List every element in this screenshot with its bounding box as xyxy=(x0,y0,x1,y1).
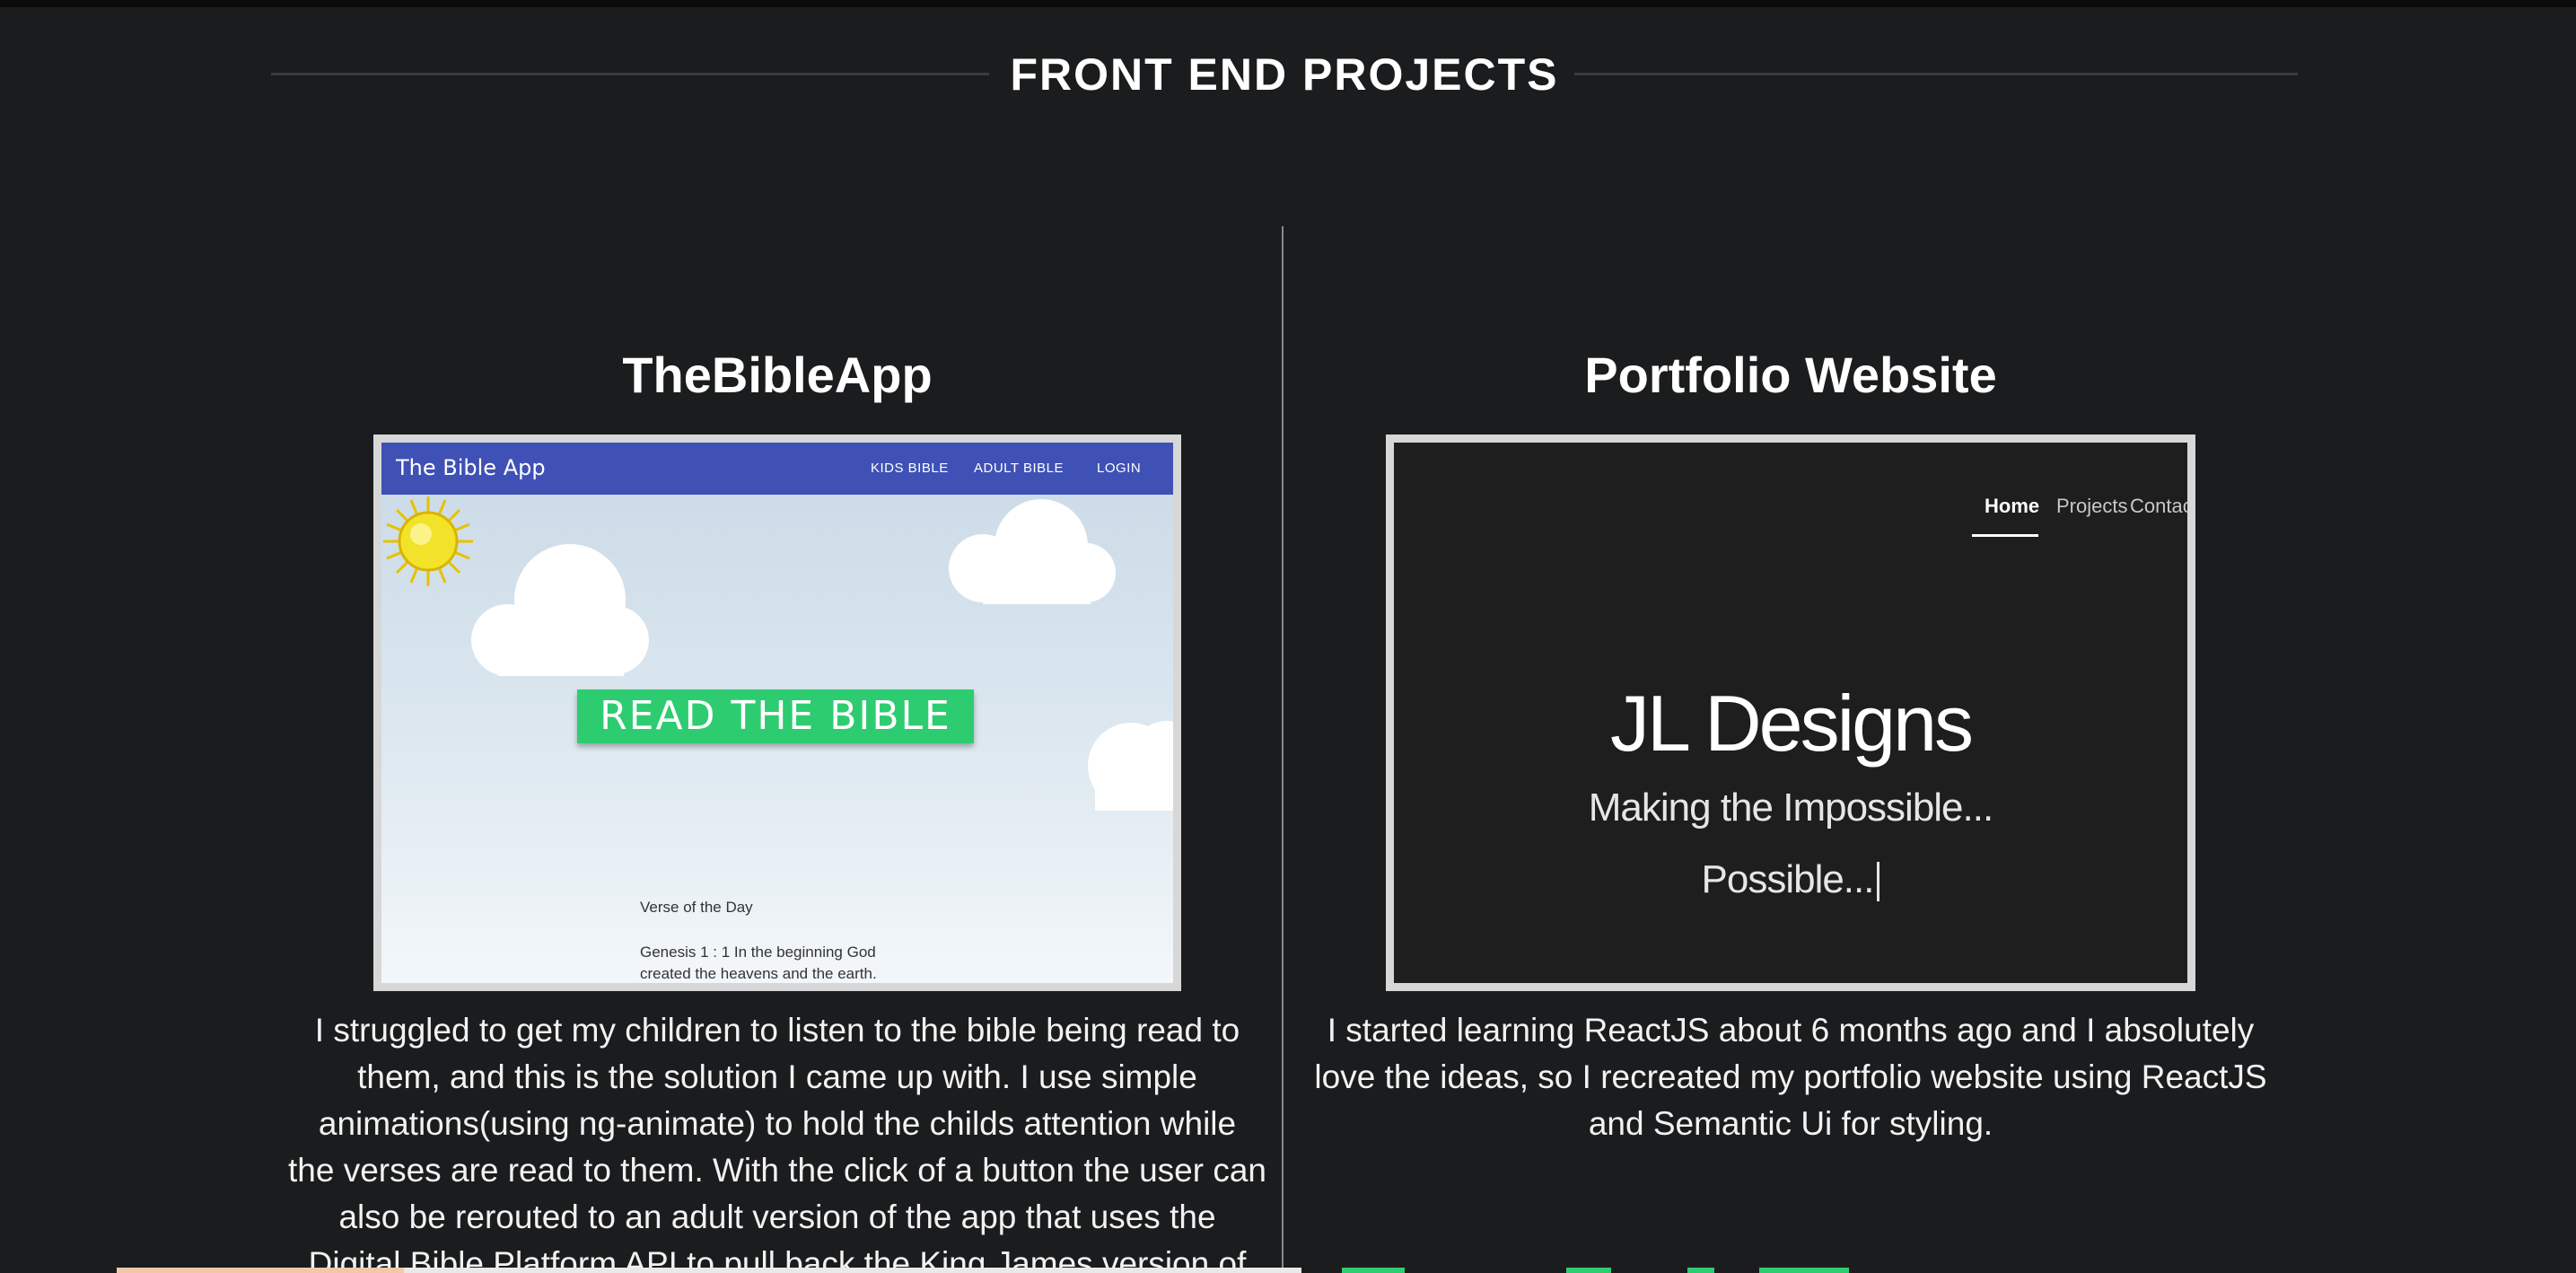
top-strip xyxy=(0,0,2576,7)
typing-cursor xyxy=(1877,862,1880,902)
portfolio-nav-contact: Contact xyxy=(2130,495,2187,517)
bible-nav-adult-bible: ADULT BIBLE xyxy=(974,461,1064,476)
peek-strip xyxy=(1687,1268,1714,1273)
description-line: animations(using ng-animate) to hold the… xyxy=(318,1105,1237,1142)
peek-strip xyxy=(1759,1268,1849,1273)
portfolio-nav-home: Home xyxy=(1985,495,2040,517)
header-rule-right xyxy=(1574,73,2298,75)
description-line: love the ideas, so I recreated my portfo… xyxy=(1314,1058,2267,1095)
verse-text: Genesis 1 : 1 In the beginning God creat… xyxy=(640,944,877,982)
project-description-portfolio: I started learning ReactJS about 6 month… xyxy=(1292,1007,2289,1147)
peek-strip xyxy=(117,1268,404,1273)
cloud-icon xyxy=(949,499,1116,604)
portfolio-hero-line2: Possible... xyxy=(1394,857,2187,902)
verse-label: Verse of the Day xyxy=(640,899,753,916)
description-line: I struggled to get my children to listen… xyxy=(314,1012,1240,1049)
portfolio-hero-title: JL Designs xyxy=(1609,679,1974,768)
project-description-bible-app: I struggled to get my children to listen… xyxy=(278,1007,1276,1273)
description-line: I started learning ReactJS about 6 month… xyxy=(1327,1012,2255,1049)
description-line: also be rerouted to an adult version of … xyxy=(338,1198,1216,1235)
portfolio-hero-line1: Making the Impossible... xyxy=(1588,786,1993,830)
peek-strip xyxy=(404,1268,1301,1273)
description-line: them, and this is the solution I came up… xyxy=(357,1058,1197,1095)
section-header: FRONT END PROJECTS xyxy=(271,45,2298,108)
project-title-bible-app: TheBibleApp xyxy=(622,347,933,403)
cloud-icon xyxy=(471,544,649,676)
bible-app-navbar: The Bible App KIDS BIBLE ADULT BIBLE LOG… xyxy=(381,443,1173,495)
description-line: the verses are read to them. With the cl… xyxy=(287,1152,1266,1189)
portfolio-screenshot[interactable]: Home Projects Contact JL Designs Making … xyxy=(1386,435,2195,991)
description-line: and Semantic Ui for styling. xyxy=(1588,1105,1993,1142)
cloud-icon xyxy=(1088,721,1173,811)
bible-app-brand: The Bible App xyxy=(396,455,546,480)
portfolio-hero-line2-text: Possible... xyxy=(1701,857,1875,901)
read-the-bible-button: READ THE BIBLE xyxy=(577,689,974,743)
bible-nav-login: LOGIN xyxy=(1097,461,1142,476)
project-title-portfolio: Portfolio Website xyxy=(1584,347,1997,403)
active-nav-underline xyxy=(1972,534,2038,537)
portfolio-preview: Home Projects Contact JL Designs Making … xyxy=(1394,443,2187,983)
portfolio-nav-projects: Projects xyxy=(2056,495,2128,517)
bible-nav-kids-bible: KIDS BIBLE xyxy=(871,461,949,476)
peek-strip xyxy=(1342,1268,1405,1273)
peek-strip xyxy=(1566,1268,1611,1273)
bible-app-screenshot[interactable]: The Bible App KIDS BIBLE ADULT BIBLE LOG… xyxy=(373,435,1181,991)
bible-app-preview: The Bible App KIDS BIBLE ADULT BIBLE LOG… xyxy=(381,443,1173,983)
